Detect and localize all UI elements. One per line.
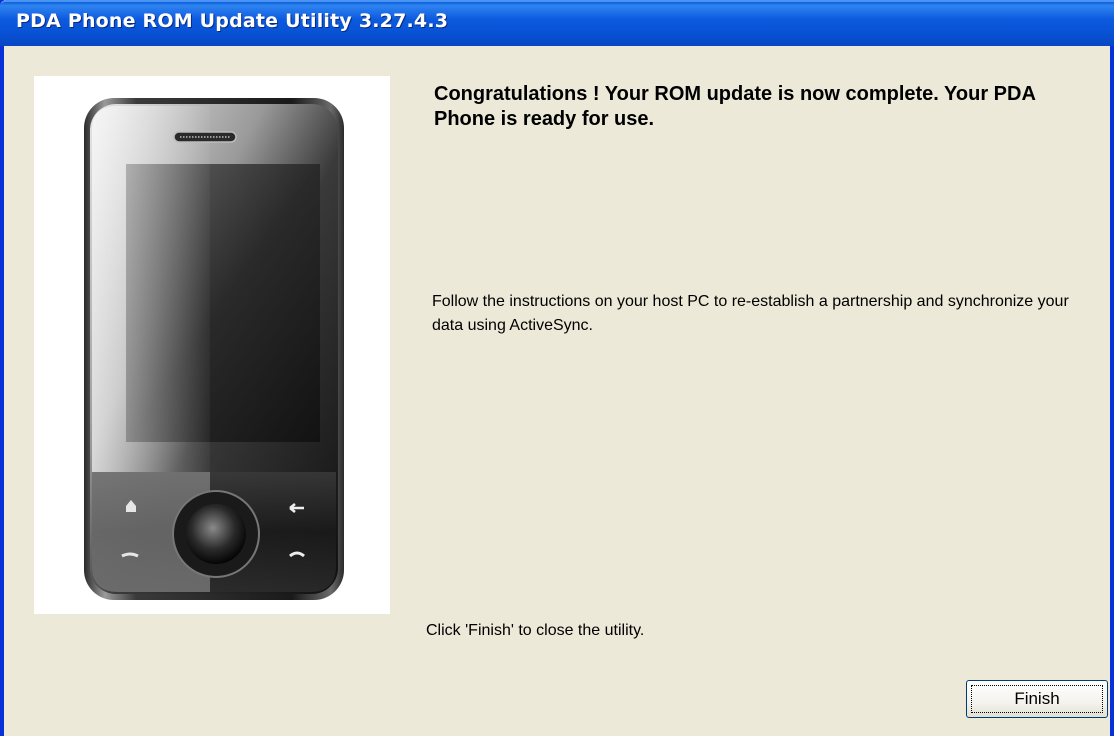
instructions-text: Follow the instructions on your host PC … [432, 293, 1069, 334]
title-bar[interactable]: PDA Phone ROM Update Utility 3.27.4.3 [0, 0, 1114, 46]
finish-button[interactable]: Finish [966, 680, 1108, 718]
finish-hint-text: Click 'Finish' to close the utility. [426, 622, 645, 639]
completion-headline: Congratulations ! Your ROM update is now… [434, 83, 1036, 130]
finish-button-label: Finish [1014, 689, 1060, 708]
dialog-window: PDA Phone ROM Update Utility 3.27.4.3 Co… [0, 0, 1114, 736]
pda-phone-image [84, 98, 344, 600]
phone-image-panel [34, 76, 390, 614]
window-title: PDA Phone ROM Update Utility 3.27.4.3 [16, 10, 449, 32]
